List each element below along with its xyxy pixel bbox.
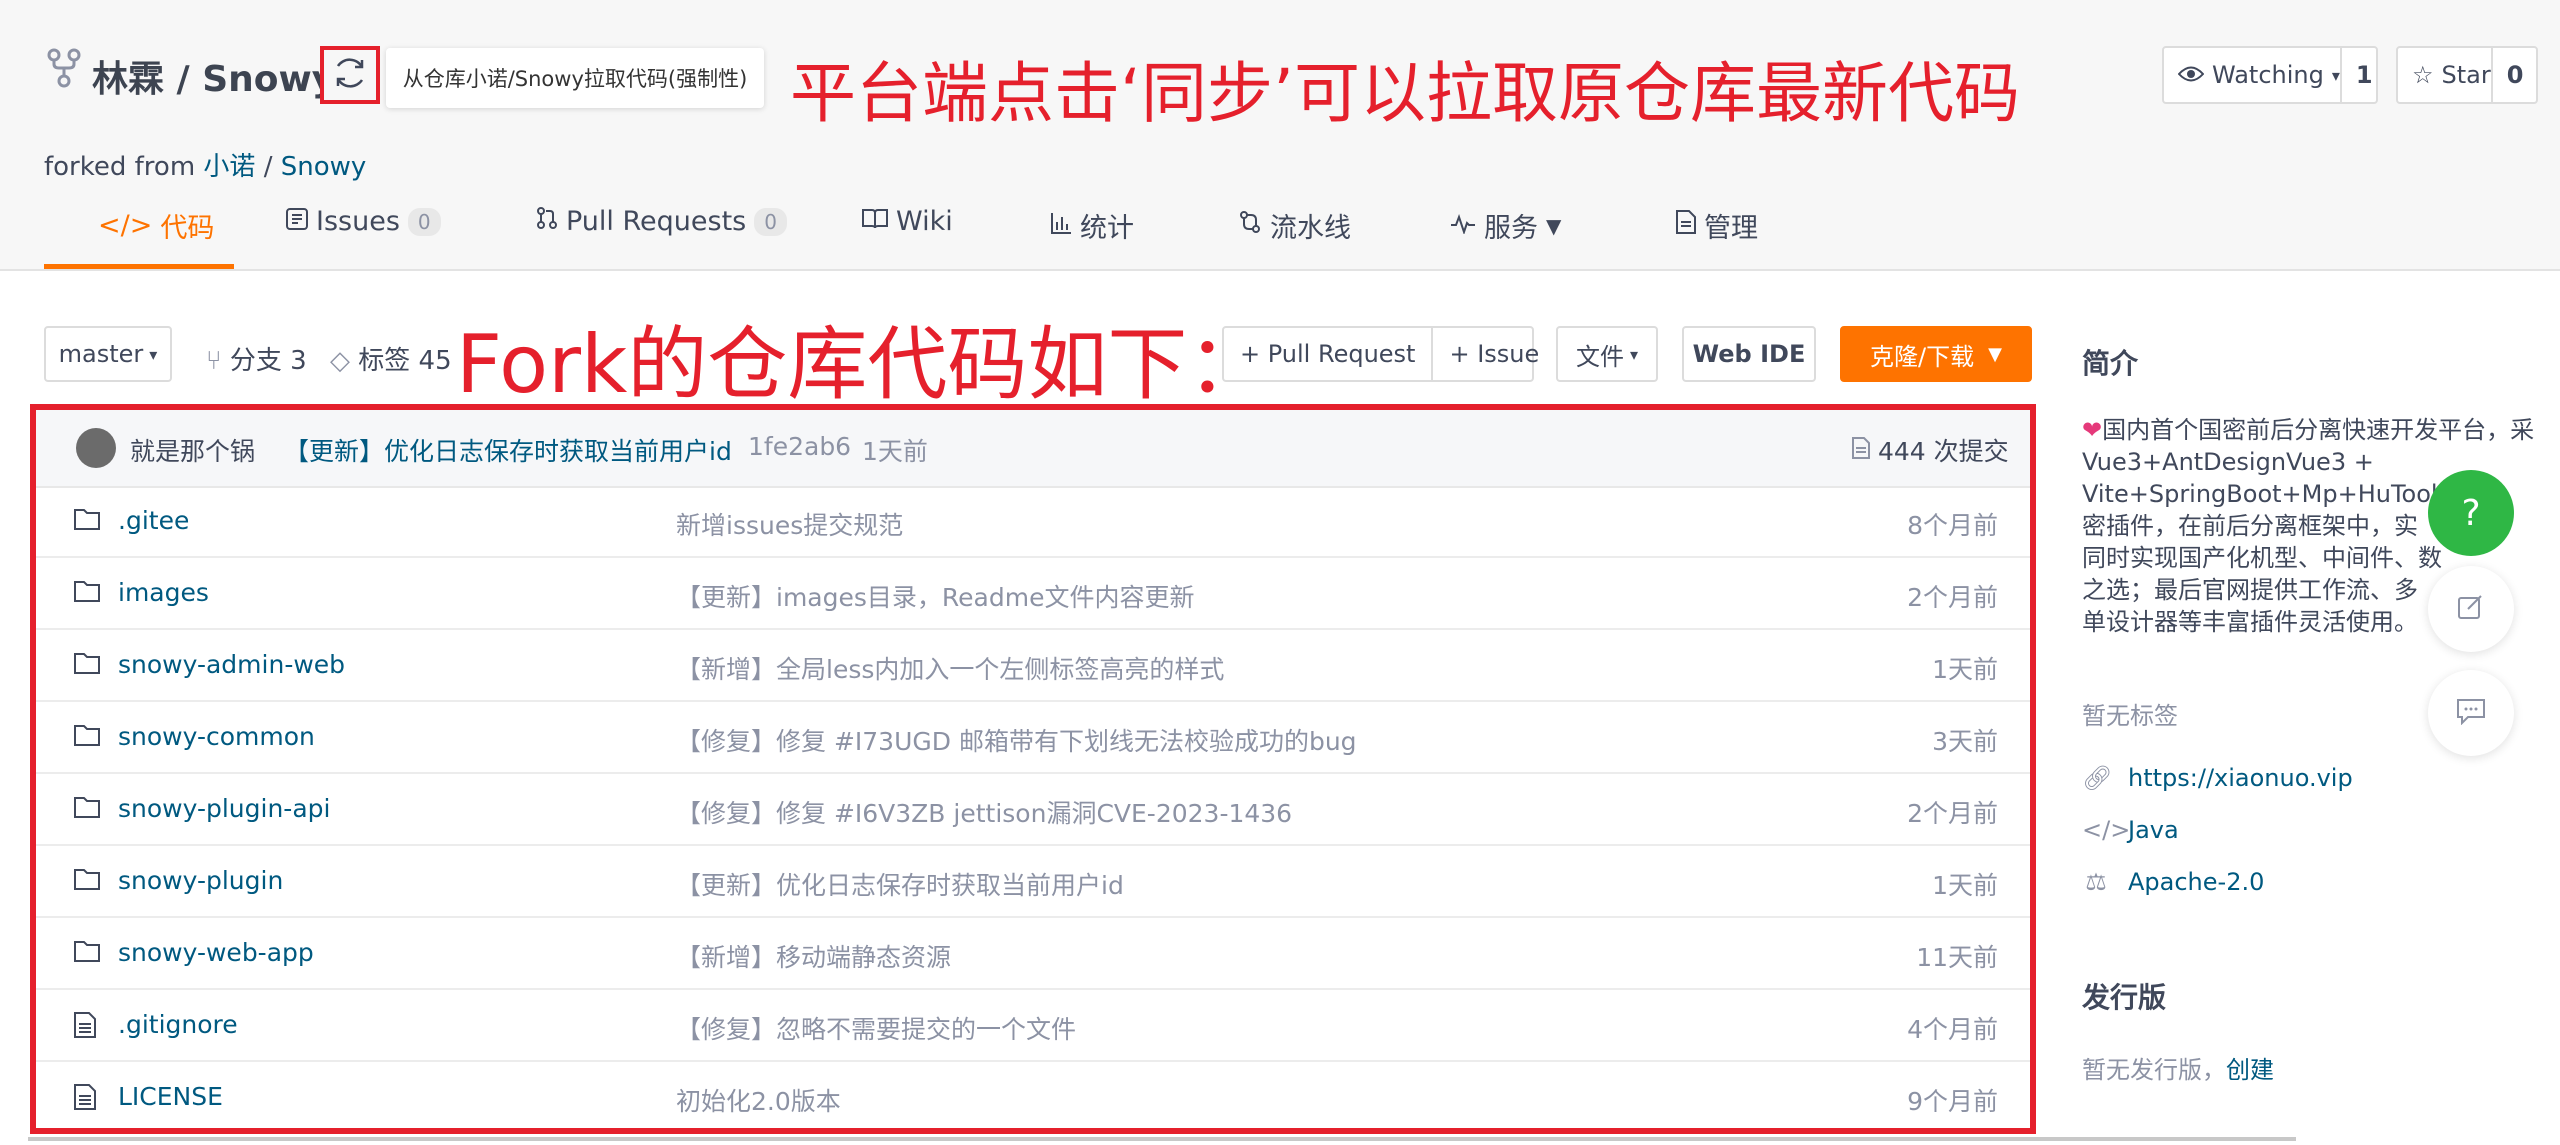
code-icon: </> — [2082, 816, 2131, 844]
horizontal-scrollbar[interactable] — [28, 1137, 2296, 1141]
new-pr-issue-group: + Pull Request + Issue — [1222, 326, 1539, 382]
link-icon: 🔗︎ — [2082, 764, 2113, 792]
annotation-sync-note: 平台端点击‘同步’可以拉取原仓库最新代码 — [790, 55, 2020, 132]
branches-link[interactable]: ⑂ 分支 3 — [206, 340, 307, 377]
tab-manage[interactable]: 管理 — [1676, 206, 1758, 245]
pull-requests-count-badge: 0 — [754, 207, 787, 236]
forked-from: forked from 小诺 / Snowy — [44, 146, 366, 183]
file-menu-label: 文件 — [1575, 342, 1624, 371]
tab-wiki-label: Wiki — [896, 206, 953, 237]
chat-button[interactable] — [2428, 670, 2514, 756]
pulse-icon — [1450, 210, 1476, 241]
sync-icon — [331, 54, 369, 96]
tab-pull-requests-label: Pull Requests — [566, 206, 747, 237]
branch-select[interactable]: master ▾ — [44, 326, 172, 382]
language-name: Java — [2128, 816, 2179, 844]
watch-button[interactable]: Watching ▾ 1 — [2162, 46, 2378, 104]
feedback-button[interactable] — [2428, 566, 2514, 652]
fork-icon — [46, 48, 82, 88]
new-pull-request-button[interactable]: + Pull Request — [1224, 328, 1434, 380]
forked-prefix: forked from — [44, 152, 204, 182]
star-icon: ☆ — [2412, 61, 2434, 89]
caret-down-icon: ▾ — [149, 344, 158, 364]
release-title: 发行版 — [2082, 981, 2167, 1014]
sync-tooltip: 从仓库小诺/Snowy拉取代码(强制性) — [386, 48, 764, 108]
star-button[interactable]: ☆ Star 0 — [2396, 46, 2538, 104]
caret-down-icon: ▾ — [1629, 344, 1639, 364]
forked-separator: / — [255, 152, 281, 182]
tab-services[interactable]: 服务 ▼ — [1450, 206, 1561, 245]
issues-icon — [286, 206, 308, 237]
branch-icon: ⑂ — [206, 346, 222, 376]
help-button[interactable]: ? — [2428, 470, 2514, 556]
scale-icon: ⚖ — [2085, 868, 2107, 896]
caret-down-icon: ▾ — [2331, 65, 2340, 85]
file-menu-button[interactable]: 文件 ▾ — [1556, 326, 1658, 382]
tab-code[interactable]: </> 代码 — [98, 206, 214, 245]
clone-download-button[interactable]: 克隆/下载 ▼ — [1840, 326, 2032, 382]
branch-select-value: master — [58, 340, 144, 368]
forked-repo-link[interactable]: Snowy — [281, 152, 367, 182]
heart-icon: ❤ — [2082, 416, 2103, 444]
clone-download-label: 克隆/下载 — [1870, 342, 1975, 371]
repo-title: 林霖 / Snowy — [92, 50, 335, 102]
release-status: 暂无发行版，创建 — [2082, 1050, 2274, 1085]
forked-owner-link[interactable]: 小诺 — [203, 152, 255, 182]
tab-pull-requests[interactable]: Pull Requests 0 — [536, 206, 787, 237]
watch-count: 1 — [2339, 48, 2387, 102]
active-tab-indicator — [44, 264, 234, 269]
branches-count: 分支 3 — [229, 346, 307, 376]
annotation-fork-note: Fork的仓库代码如下： — [456, 318, 1268, 411]
intro-title: 简介 — [2082, 347, 2139, 380]
tab-issues[interactable]: Issues 0 — [286, 206, 441, 237]
tags-link[interactable]: ◇ 标签 45 — [330, 340, 452, 377]
watch-label: Watching — [2212, 61, 2324, 89]
tab-services-label: 服务 — [1484, 213, 1538, 244]
create-release-link[interactable]: 创建 — [2226, 1056, 2274, 1084]
bar-chart-icon — [1050, 210, 1072, 241]
no-release-text: 暂无发行版， — [2082, 1056, 2226, 1084]
pipeline-icon — [1238, 210, 1262, 241]
issues-count-badge: 0 — [407, 207, 441, 236]
edit-icon — [2456, 592, 2486, 626]
pull-request-icon — [536, 206, 558, 237]
tab-pipeline-label: 流水线 — [1270, 213, 1351, 244]
no-tags-text: 暂无标签 — [2082, 702, 2178, 730]
annotation-highlight-frame — [30, 404, 2036, 1134]
tab-stats-label: 统计 — [1080, 213, 1134, 244]
tab-manage-label: 管理 — [1704, 213, 1758, 244]
repo-title-separator: / — [164, 59, 203, 100]
star-label: Star — [2441, 61, 2491, 89]
license-name: Apache-2.0 — [2128, 868, 2265, 896]
header-divider — [0, 269, 2560, 271]
tags-count: 标签 45 — [358, 346, 452, 376]
tab-issues-label: Issues — [316, 206, 400, 237]
tab-wiki[interactable]: Wiki — [862, 206, 953, 237]
sync-button[interactable] — [320, 46, 380, 104]
license-link[interactable]: ⚖ Apache-2.0 — [2082, 868, 2264, 896]
code-icon: </> — [98, 210, 153, 241]
tab-stats[interactable]: 统计 — [1050, 206, 1134, 245]
repo-name-link[interactable]: Snowy — [202, 59, 335, 100]
eye-icon — [2177, 61, 2205, 89]
caret-down-icon: ▼ — [1988, 343, 2002, 365]
language-link[interactable]: </> Java — [2082, 816, 2179, 844]
document-icon — [1676, 210, 1696, 241]
tag-icon: ◇ — [330, 346, 350, 376]
web-ide-button[interactable]: Web IDE — [1682, 326, 1816, 382]
book-icon — [862, 206, 888, 237]
caret-down-icon: ▼ — [1546, 213, 1562, 238]
new-issue-button[interactable]: + Issue — [1433, 340, 1555, 368]
chat-icon — [2456, 697, 2486, 729]
website-url: https://xiaonuo.vip — [2128, 764, 2353, 792]
tab-code-label: 代码 — [160, 213, 215, 244]
tab-pipeline[interactable]: 流水线 — [1238, 206, 1351, 245]
website-link[interactable]: 🔗︎ https://xiaonuo.vip — [2082, 764, 2353, 792]
star-count: 0 — [2490, 48, 2538, 102]
description-line: 国内首个国密前后分离快速开发平台，采 — [2102, 416, 2535, 444]
repo-owner-link[interactable]: 林霖 — [92, 59, 164, 100]
